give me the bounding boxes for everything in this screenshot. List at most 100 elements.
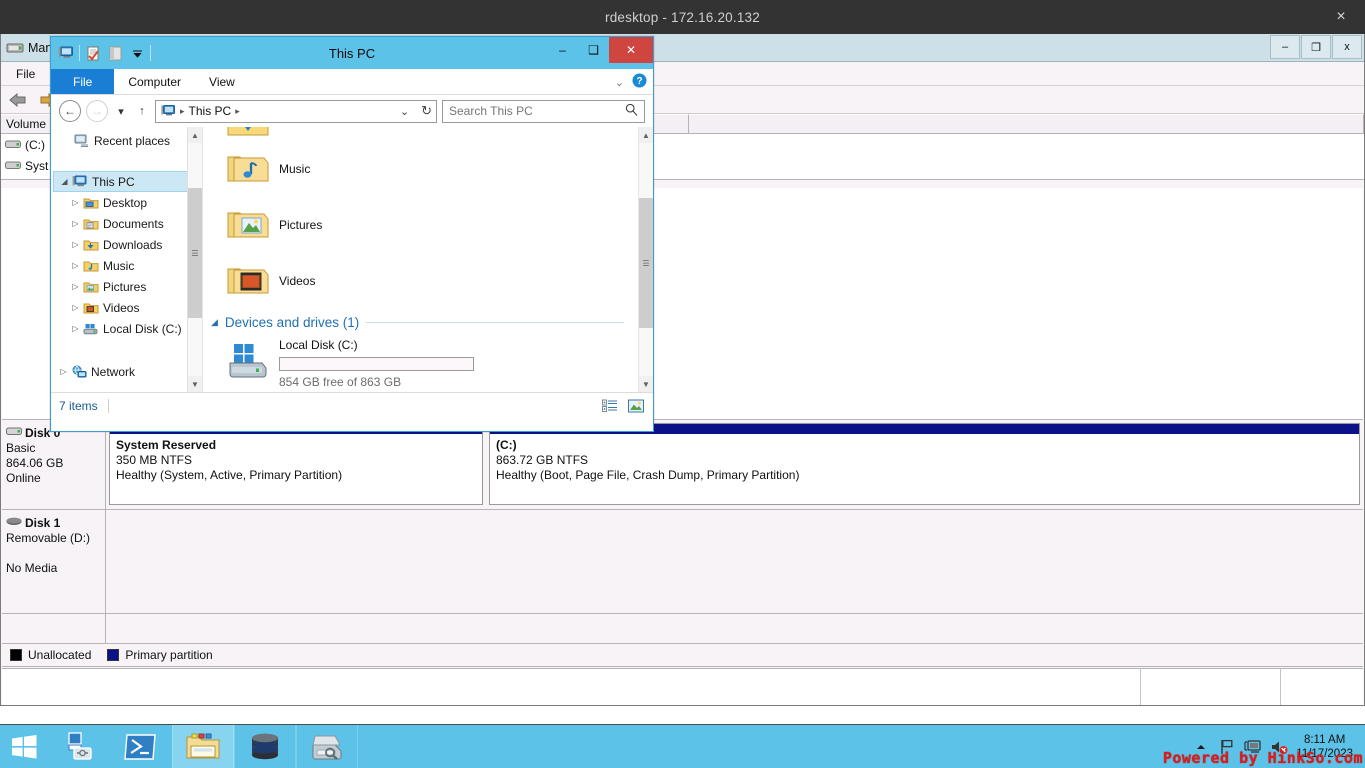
- folder-pictures-icon: [82, 279, 100, 295]
- partition-name: (C:): [496, 438, 517, 452]
- taskbar-database[interactable]: [234, 725, 296, 768]
- tree-item-desktop[interactable]: ▷ Desktop: [51, 192, 202, 213]
- tree-label: Pictures: [103, 279, 147, 294]
- tree-item-local-disk-c[interactable]: ▷ Local Disk (C:): [51, 318, 202, 339]
- scroll-track-upper[interactable]: [639, 143, 653, 198]
- partition-c-drive[interactable]: (C:) 863.72 GB NTFS Healthy (Boot, Page …: [489, 423, 1360, 505]
- dm-close-button[interactable]: x: [1332, 35, 1362, 59]
- breadcrumb-this-pc[interactable]: This PC: [189, 104, 232, 118]
- file-label: Music: [279, 162, 311, 176]
- new-folder-icon[interactable]: [106, 44, 124, 62]
- twisty-icon[interactable]: ▷: [57, 367, 70, 376]
- explorer-close-button[interactable]: ✕: [609, 37, 653, 63]
- details-view-icon[interactable]: [601, 397, 619, 415]
- taskbar-powershell[interactable]: [110, 725, 172, 768]
- scroll-track-lower[interactable]: [188, 318, 202, 376]
- legend-swatch-unallocated: [10, 649, 22, 661]
- twisty-icon[interactable]: ▷: [69, 303, 82, 312]
- chevron-down-icon[interactable]: ⌄: [615, 76, 624, 89]
- file-row-partial[interactable]: [203, 127, 638, 141]
- navigation-pane-scrollbar[interactable]: ▲ ☰ ▼: [187, 127, 202, 392]
- tree-item-pictures[interactable]: ▷ Pictures: [51, 276, 202, 297]
- twisty-icon[interactable]: ▷: [69, 282, 82, 291]
- up-button[interactable]: ↑: [134, 100, 150, 122]
- group-twisty-icon[interactable]: ◢: [211, 317, 218, 328]
- tree-item-this-pc[interactable]: ◢ This PC: [53, 171, 200, 192]
- refresh-icon[interactable]: ↻: [421, 103, 432, 119]
- twisty-icon[interactable]: ▷: [69, 240, 82, 249]
- breadcrumb-separator-1[interactable]: ▸: [180, 106, 185, 117]
- scroll-up-arrow[interactable]: ▲: [639, 127, 653, 143]
- dm-minimize-button[interactable]: –: [1270, 35, 1300, 59]
- scroll-thumb[interactable]: ☰: [639, 198, 653, 328]
- tree-item-videos[interactable]: ▷ Videos: [51, 297, 202, 318]
- navigation-pane[interactable]: Recent places ◢ This PC ▷ Desktop ▷ Docu…: [51, 127, 203, 392]
- watermark: Powered by HinkSo.com: [1162, 749, 1363, 767]
- search-box[interactable]: Search This PC: [442, 99, 645, 123]
- tree-item-documents[interactable]: ▷ Documents: [51, 213, 202, 234]
- statusbar-cell-1: [2, 669, 1141, 705]
- twisty-icon[interactable]: ▷: [69, 198, 82, 207]
- twisty-icon[interactable]: ▷: [69, 219, 82, 228]
- disk-row-1[interactable]: Disk 1 Removable (D:) No Media: [2, 510, 1363, 614]
- breadcrumb-separator-2[interactable]: ▸: [235, 106, 240, 117]
- explorer-minimize-button[interactable]: –: [547, 37, 578, 63]
- items-list: Music Pictures Videos ◢ Devices and driv…: [203, 127, 638, 392]
- start-button[interactable]: [0, 725, 48, 768]
- twisty-icon[interactable]: ◢: [58, 177, 71, 186]
- scroll-track-upper[interactable]: [188, 143, 202, 188]
- taskbar: 8:11 AM 11/17/2023 Powered by HinkSo.com: [0, 724, 1365, 768]
- properties-icon[interactable]: [84, 44, 102, 62]
- qat-separator-2: [150, 45, 151, 61]
- tree-item-recent-places[interactable]: Recent places: [51, 130, 202, 151]
- taskbar-file-explorer[interactable]: [172, 725, 234, 768]
- back-button[interactable]: ←: [59, 100, 81, 122]
- volume-name: (C:): [25, 137, 45, 152]
- tree-label: Music: [103, 258, 135, 273]
- explorer-titlebar[interactable]: This PC – ❑ ✕: [51, 37, 653, 69]
- disk-row-0[interactable]: Disk 0 Basic 864.06 GB Online System Res…: [2, 420, 1363, 510]
- disk-1-info: Disk 1 Removable (D:) No Media: [2, 510, 106, 613]
- address-bar[interactable]: ▸ This PC ▸ ⌄ ↻: [155, 99, 437, 123]
- twisty-icon[interactable]: ▷: [69, 324, 82, 333]
- tab-file[interactable]: File: [51, 69, 115, 94]
- tab-computer[interactable]: Computer: [114, 69, 195, 94]
- recent-locations-button[interactable]: ▾: [113, 100, 129, 122]
- scroll-thumb[interactable]: ☰: [188, 188, 202, 318]
- large-icons-view-icon[interactable]: [627, 397, 645, 415]
- content-pane-scrollbar[interactable]: ▲ ☰ ▼: [638, 127, 653, 392]
- scroll-up-arrow[interactable]: ▲: [188, 127, 202, 143]
- folder-downloads-icon: [225, 127, 271, 141]
- tree-item-music[interactable]: ▷ Music: [51, 255, 202, 276]
- menu-item-file[interactable]: File: [7, 65, 44, 83]
- address-dropdown-icon[interactable]: ⌄: [400, 105, 409, 118]
- column-header-blank-2[interactable]: [689, 114, 1364, 133]
- file-row-videos[interactable]: Videos: [203, 253, 638, 309]
- tab-view[interactable]: View: [195, 69, 249, 94]
- twisty-icon[interactable]: ▷: [69, 261, 82, 270]
- qat-dropdown-icon[interactable]: [128, 44, 146, 62]
- tree-item-network[interactable]: ▷ Network: [51, 361, 202, 382]
- search-icon[interactable]: [625, 103, 638, 119]
- dm-restore-button[interactable]: ❐: [1301, 35, 1331, 59]
- file-row-pictures[interactable]: Pictures: [203, 197, 638, 253]
- taskbar-disk-management[interactable]: [296, 725, 358, 768]
- this-pc-icon[interactable]: [57, 44, 75, 62]
- explorer-maximize-button[interactable]: ❑: [578, 37, 609, 63]
- scroll-down-arrow[interactable]: ▼: [188, 376, 202, 392]
- forward-button[interactable]: →: [86, 100, 108, 122]
- content-pane[interactable]: Music Pictures Videos ◢ Devices and driv…: [203, 127, 653, 392]
- help-icon[interactable]: ?: [632, 73, 647, 91]
- tree-label: This PC: [92, 174, 135, 189]
- status-divider: [107, 398, 109, 413]
- back-arrow-icon[interactable]: [5, 88, 31, 112]
- drive-row-local-disk-c[interactable]: Local Disk (C:) 854 GB free of 863 GB: [203, 332, 638, 389]
- scroll-down-arrow[interactable]: ▼: [639, 376, 653, 392]
- rdesktop-close-button[interactable]: ×: [1327, 0, 1355, 34]
- taskbar-server-manager[interactable]: [48, 725, 110, 768]
- partition-system-reserved[interactable]: System Reserved 350 MB NTFS Healthy (Sys…: [109, 423, 483, 505]
- file-row-music[interactable]: Music: [203, 141, 638, 197]
- scroll-track-lower[interactable]: [639, 328, 653, 376]
- tree-item-downloads[interactable]: ▷ Downloads: [51, 234, 202, 255]
- group-header-devices-and-drives[interactable]: ◢ Devices and drives (1): [203, 309, 638, 332]
